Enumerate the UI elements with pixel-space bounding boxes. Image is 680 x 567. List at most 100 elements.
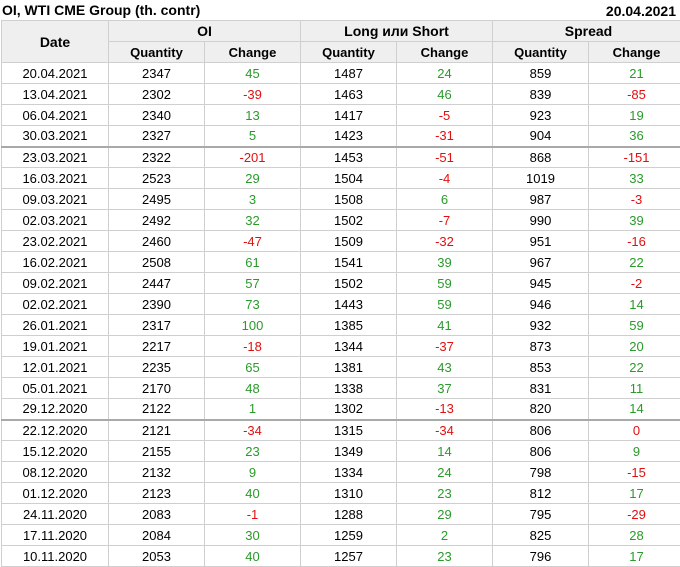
- date-cell: 17.11.2020: [1, 524, 109, 546]
- long-short-change-cell: -51: [396, 145, 493, 168]
- spread-change-cell: -2: [588, 272, 680, 294]
- oi-quantity-cell: 2083: [108, 503, 205, 525]
- spread-quantity-cell: 795: [492, 503, 589, 525]
- spread-quantity-cell: 812: [492, 482, 589, 504]
- table-row: 23.03.2021 2322 -201 1453 -51 868 -151: [1, 145, 680, 168]
- spread-change-header: Change: [588, 41, 680, 63]
- page: OI, WTI CME Group (th. contr) 20.04.2021…: [0, 0, 680, 567]
- spread-quantity-cell: 806: [492, 418, 589, 441]
- spread-change-cell: 33: [588, 167, 680, 189]
- table-row: 30.03.2021 2327 5 1423 -31 904 36: [1, 125, 680, 147]
- long-short-quantity-cell: 1288: [300, 503, 397, 525]
- oi-change-cell: 40: [204, 545, 301, 567]
- date-cell: 13.04.2021: [1, 83, 109, 105]
- oi-quantity-cell: 2122: [108, 398, 205, 420]
- date-cell: 02.03.2021: [1, 209, 109, 231]
- oi-quantity-cell: 2317: [108, 314, 205, 336]
- spread-change-cell: 14: [588, 398, 680, 420]
- spread-change-cell: 21: [588, 62, 680, 84]
- long-short-quantity-cell: 1423: [300, 125, 397, 147]
- long-short-change-cell: 23: [396, 482, 493, 504]
- long-short-quantity-cell: 1504: [300, 167, 397, 189]
- spread-change-cell: 0: [588, 418, 680, 441]
- spread-change-cell: -151: [588, 145, 680, 168]
- oi-quantity-cell: 2155: [108, 440, 205, 462]
- spread-change-cell: 22: [588, 251, 680, 273]
- spread-quantity-header: Quantity: [492, 41, 589, 63]
- long-short-change-cell: 59: [396, 272, 493, 294]
- oi-change-cell: -18: [204, 335, 301, 357]
- long-short-change-cell: -13: [396, 398, 493, 420]
- long-short-change-cell: 14: [396, 440, 493, 462]
- spread-change-cell: 9: [588, 440, 680, 462]
- long-short-quantity-cell: 1315: [300, 418, 397, 441]
- spread-group-header: Spread: [492, 20, 680, 42]
- spread-change-cell: -15: [588, 461, 680, 483]
- oi-quantity-cell: 2492: [108, 209, 205, 231]
- oi-quantity-cell: 2132: [108, 461, 205, 483]
- spread-change-cell: -29: [588, 503, 680, 525]
- date-cell: 30.03.2021: [1, 125, 109, 147]
- long-short-change-cell: -37: [396, 335, 493, 357]
- spread-change-cell: 14: [588, 293, 680, 315]
- spread-quantity-cell: 831: [492, 377, 589, 399]
- spread-change-cell: 59: [588, 314, 680, 336]
- table-row: 09.03.2021 2495 3 1508 6 987 -3: [1, 188, 680, 210]
- long-short-quantity-cell: 1453: [300, 145, 397, 168]
- spread-quantity-cell: 853: [492, 356, 589, 378]
- date-cell: 06.04.2021: [1, 104, 109, 126]
- spread-quantity-cell: 798: [492, 461, 589, 483]
- long-short-change-cell: 59: [396, 293, 493, 315]
- date-cell: 16.03.2021: [1, 167, 109, 189]
- long-short-quantity-cell: 1349: [300, 440, 397, 462]
- long-short-group-header: Long или Short: [300, 20, 493, 42]
- spread-quantity-cell: 951: [492, 230, 589, 252]
- table-row: 02.03.2021 2492 32 1502 -7 990 39: [1, 209, 680, 231]
- long-short-change-cell: 24: [396, 62, 493, 84]
- oi-quantity-cell: 2121: [108, 418, 205, 441]
- date-cell: 23.03.2021: [1, 145, 109, 168]
- long-short-quantity-cell: 1310: [300, 482, 397, 504]
- oi-quantity-cell: 2508: [108, 251, 205, 273]
- spread-quantity-cell: 839: [492, 83, 589, 105]
- long-short-change-cell: 29: [396, 503, 493, 525]
- oi-quantity-cell: 2235: [108, 356, 205, 378]
- long-short-change-cell: 24: [396, 461, 493, 483]
- long-short-quantity-cell: 1509: [300, 230, 397, 252]
- long-short-change-cell: 43: [396, 356, 493, 378]
- table-row: 24.11.2020 2083 -1 1288 29 795 -29: [1, 503, 680, 525]
- long-short-change-cell: 2: [396, 524, 493, 546]
- table-row: 10.11.2020 2053 40 1257 23 796 17: [1, 545, 680, 567]
- oi-quantity-cell: 2217: [108, 335, 205, 357]
- oi-change-cell: -201: [204, 145, 301, 168]
- long-short-change-cell: 6: [396, 188, 493, 210]
- spread-change-cell: 36: [588, 125, 680, 147]
- date-cell: 26.01.2021: [1, 314, 109, 336]
- oi-quantity-cell: 2523: [108, 167, 205, 189]
- date-cell: 23.02.2021: [1, 230, 109, 252]
- oi-quantity-cell: 2447: [108, 272, 205, 294]
- long-short-change-cell: -7: [396, 209, 493, 231]
- oi-change-cell: 23: [204, 440, 301, 462]
- long-short-change-cell: 46: [396, 83, 493, 105]
- table-row: 16.03.2021 2523 29 1504 -4 1019 33: [1, 167, 680, 189]
- long-short-quantity-cell: 1443: [300, 293, 397, 315]
- table-row: 26.01.2021 2317 100 1385 41 932 59: [1, 314, 680, 336]
- long-short-quantity-cell: 1302: [300, 398, 397, 420]
- long-short-quantity-cell: 1344: [300, 335, 397, 357]
- oi-quantity-cell: 2340: [108, 104, 205, 126]
- long-short-quantity-cell: 1259: [300, 524, 397, 546]
- date-cell: 15.12.2020: [1, 440, 109, 462]
- long-short-change-cell: 23: [396, 545, 493, 567]
- oi-quantity-cell: 2170: [108, 377, 205, 399]
- oi-change-cell: 57: [204, 272, 301, 294]
- header-bar: OI, WTI CME Group (th. contr) 20.04.2021: [0, 0, 680, 20]
- date-cell: 20.04.2021: [1, 62, 109, 84]
- long-short-change-cell: -32: [396, 230, 493, 252]
- long-short-change-cell: -31: [396, 125, 493, 147]
- oi-quantity-cell: 2053: [108, 545, 205, 567]
- long-short-quantity-cell: 1381: [300, 356, 397, 378]
- spread-change-cell: 17: [588, 482, 680, 504]
- date-cell: 12.01.2021: [1, 356, 109, 378]
- date-cell: 10.11.2020: [1, 545, 109, 567]
